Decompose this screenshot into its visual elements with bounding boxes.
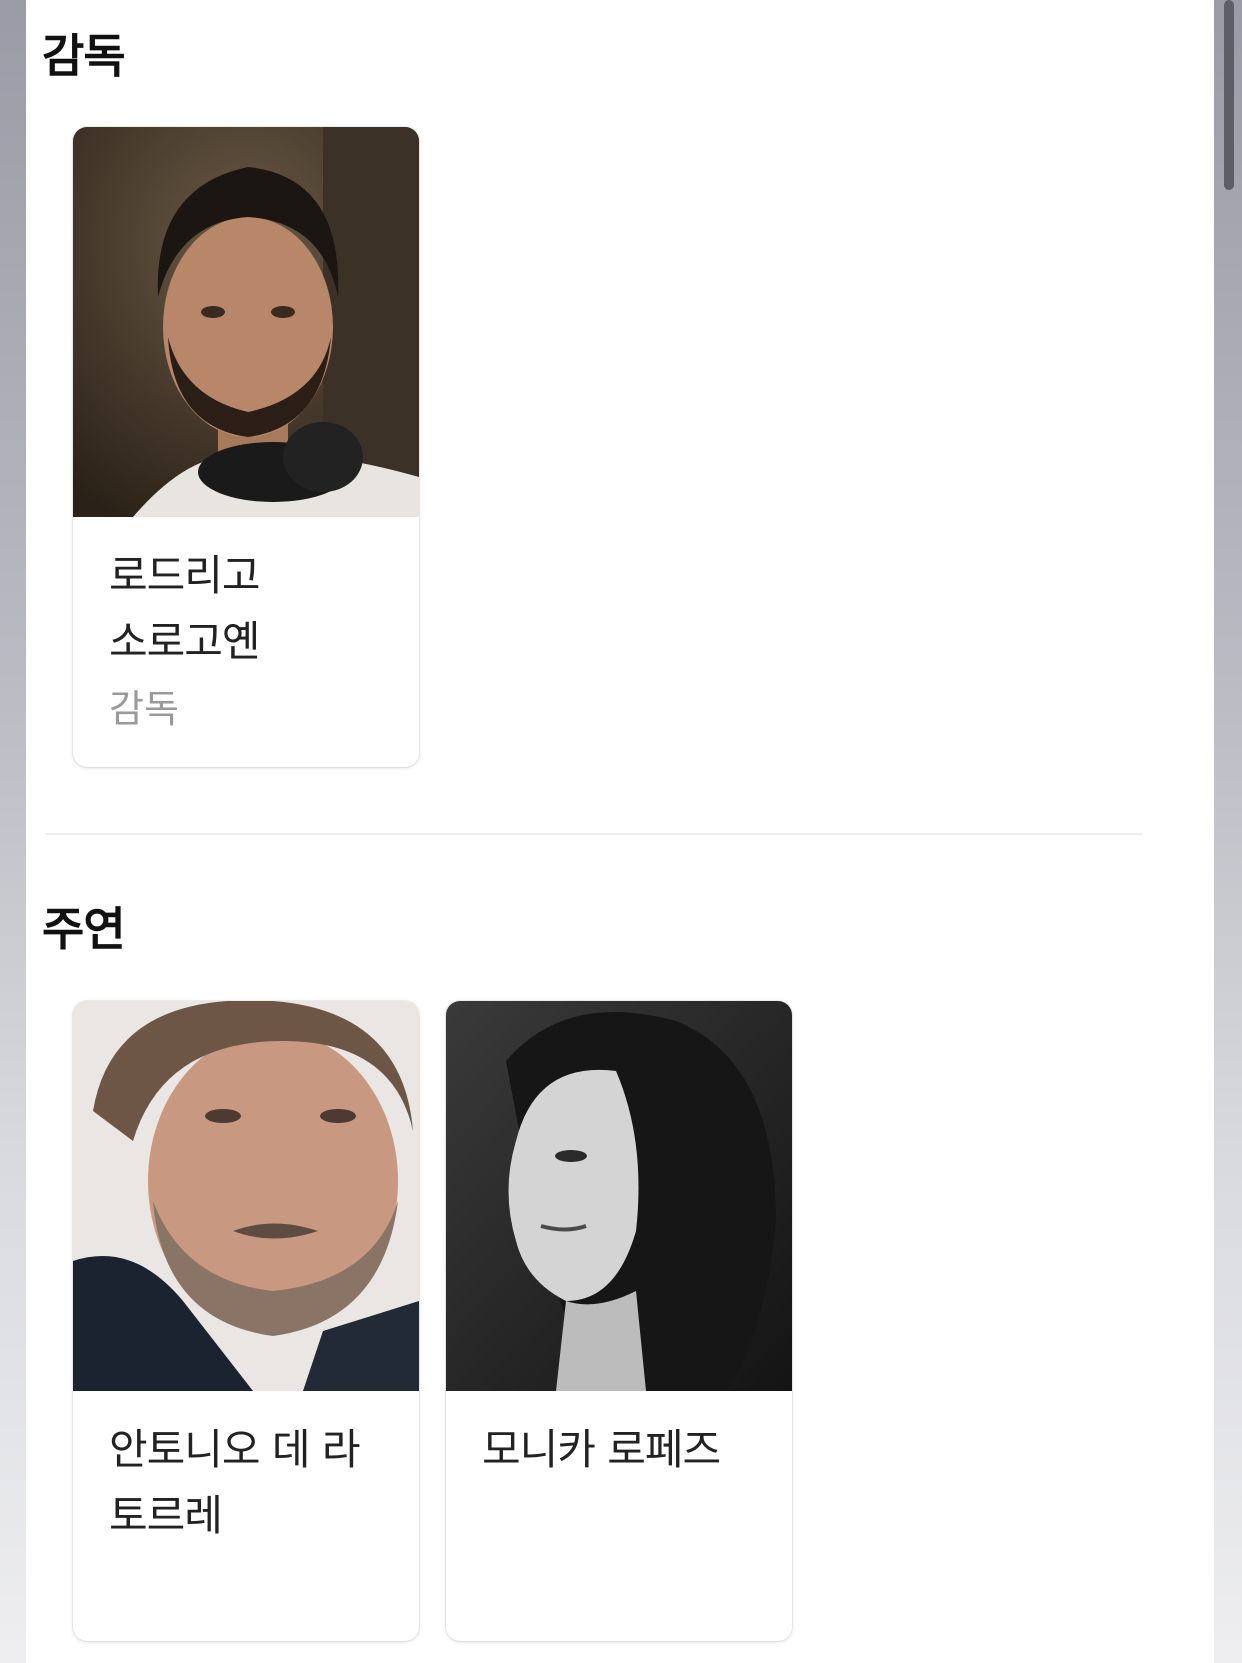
scrollbar[interactable]	[1224, 0, 1234, 190]
person-card-cast-1[interactable]: 안토니오 데 라 토르레	[73, 1001, 419, 1641]
person-card-director[interactable]: 로드리고 소로고옌 감독	[73, 127, 419, 767]
person-role: 감독	[109, 687, 179, 731]
section-divider	[45, 833, 1143, 835]
director-portrait	[73, 127, 419, 517]
section-title-director: 감독	[42, 29, 126, 83]
actress-portrait	[446, 1001, 792, 1391]
person-name: 모니카 로페즈	[482, 1425, 721, 1474]
person-card-cast-2[interactable]: 모니카 로페즈	[446, 1001, 792, 1641]
person-name: 안토니오 데 라 토르레	[109, 1425, 361, 1540]
actor-portrait	[73, 1001, 419, 1391]
person-name: 로드리고 소로고옌	[109, 551, 261, 666]
section-title-cast: 주연	[42, 902, 126, 956]
